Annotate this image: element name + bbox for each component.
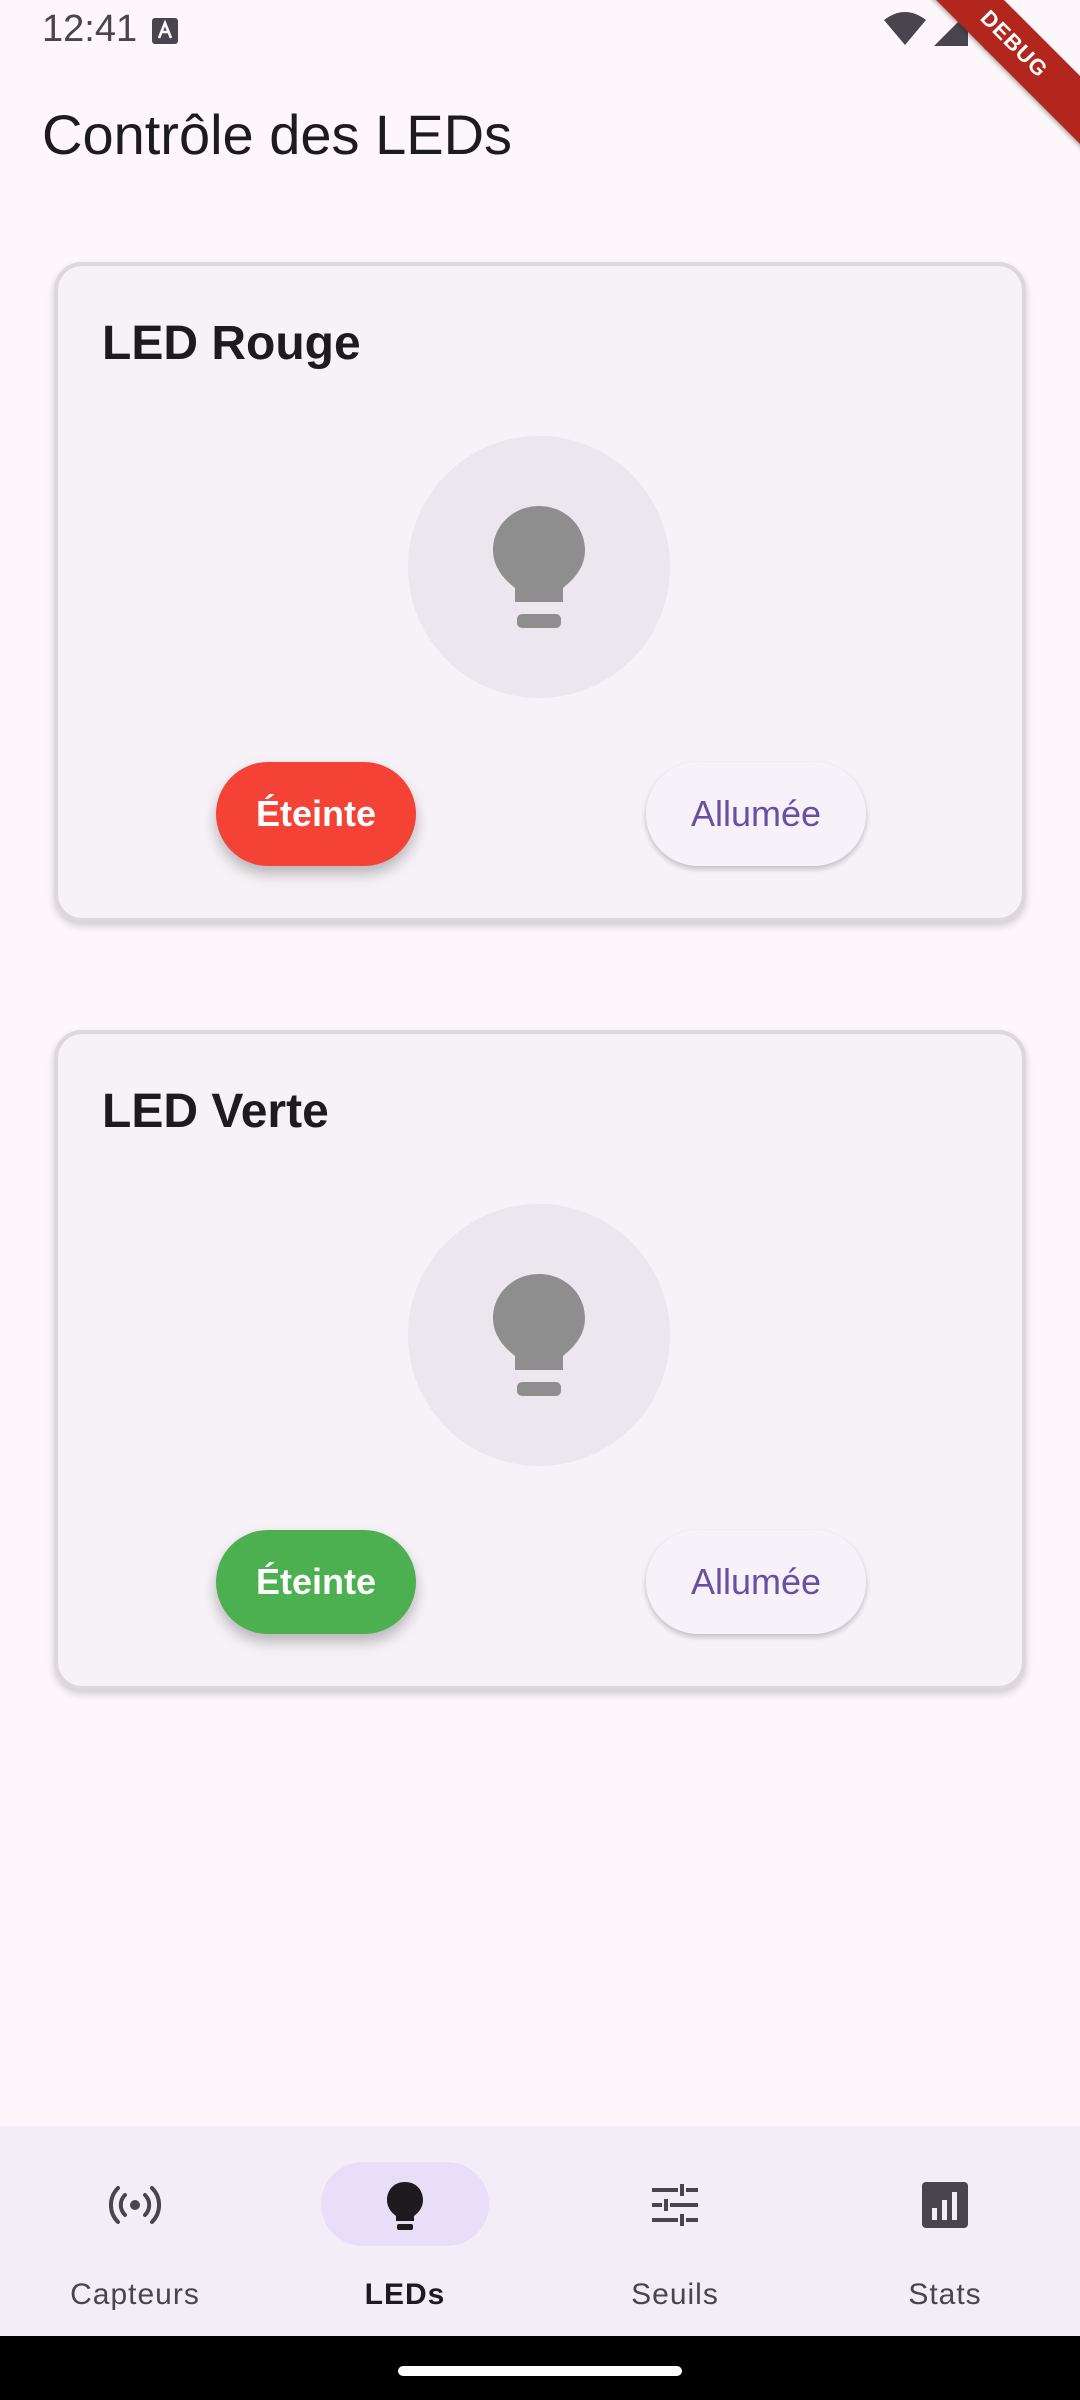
status-bar: 12:41 [0,0,1080,64]
led-on-button[interactable]: Allumée [646,762,866,866]
bar-chart-icon [922,2182,968,2228]
nav-label: Stats [908,2278,982,2311]
system-gesture-bar [0,2336,1080,2400]
led-card-green: LED Verte Éteinte Allumée [54,1030,1026,1690]
a-notification-icon [152,18,178,44]
led-status-circle [408,1204,670,1466]
nav-label: Capteurs [70,2278,200,2311]
status-time: 12:41 [42,8,138,50]
card-title: LED Rouge [102,317,361,370]
tune-icon [652,2184,698,2226]
led-on-button[interactable]: Allumée [646,1530,866,1634]
led-off-button[interactable]: Éteinte [216,762,416,866]
card-title: LED Verte [102,1085,329,1138]
nav-label: LEDs [364,2278,446,2311]
nav-item-stats[interactable]: Stats [810,2126,1080,2336]
nav-item-leds[interactable]: LEDs [270,2126,540,2336]
lightbulb-icon [387,2182,423,2230]
sensors-icon [108,2186,162,2224]
bottom-navigation: Capteurs LEDs Seuils Stats [0,2126,1080,2336]
nav-item-capteurs[interactable]: Capteurs [0,2126,270,2336]
nav-item-seuils[interactable]: Seuils [540,2126,810,2336]
nav-label: Seuils [631,2278,719,2311]
lightbulb-icon [493,506,585,628]
led-card-red: LED Rouge Éteinte Allumée [54,262,1026,922]
page-title: Contrôle des LEDs [42,103,513,166]
screen: 12:41 DEBUG Contrôle des LEDs LED Rouge … [0,0,1080,2400]
lightbulb-icon [493,1274,585,1396]
wifi-icon [884,12,926,45]
led-off-button[interactable]: Éteinte [216,1530,416,1634]
home-gesture-handle[interactable] [398,2366,682,2376]
led-status-circle [408,436,670,698]
